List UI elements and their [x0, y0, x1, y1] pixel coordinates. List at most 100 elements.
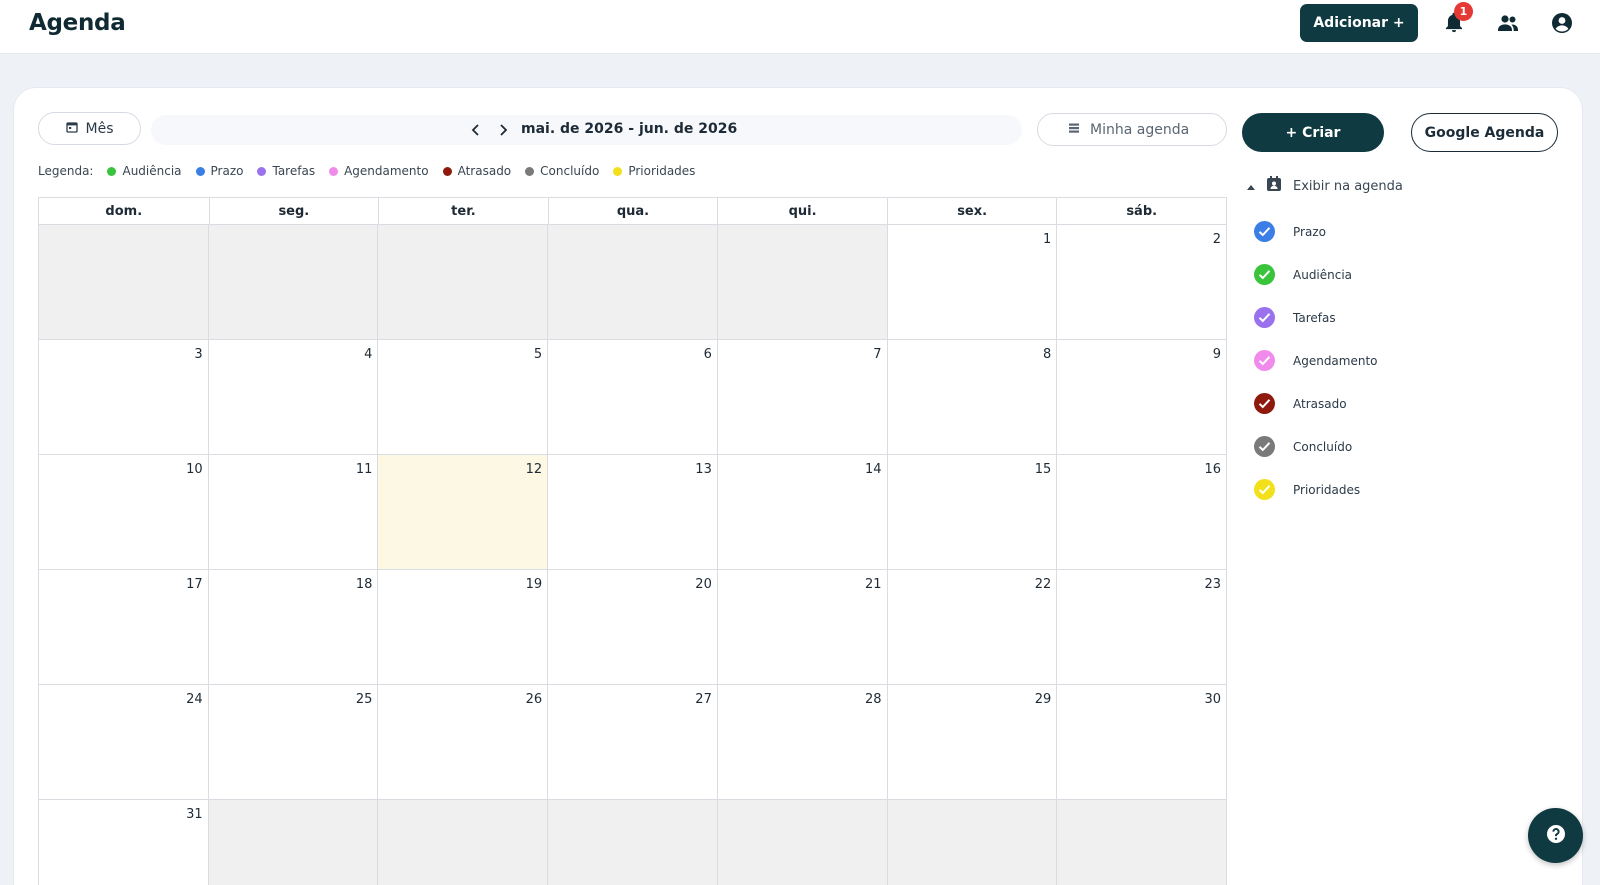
google-agenda-button[interactable]: Google Agenda — [1411, 113, 1558, 152]
day-cell[interactable]: 20 — [548, 570, 718, 685]
checkmark-icon[interactable] — [1254, 264, 1275, 285]
legend-item-label: Audiência — [122, 164, 182, 178]
weekday-label: sáb. — [1056, 198, 1226, 224]
day-cell[interactable]: 22 — [887, 570, 1058, 685]
day-number[interactable]: 27 — [695, 692, 712, 707]
day-cell[interactable]: 23 — [1057, 570, 1227, 685]
day-cell[interactable]: 28 — [717, 685, 888, 800]
day-number[interactable]: 3 — [194, 347, 202, 362]
filter-item[interactable]: Atrasado — [1254, 382, 1378, 425]
day-number[interactable]: 21 — [865, 577, 882, 592]
day-cell[interactable]: 16 — [1057, 455, 1227, 570]
create-button[interactable]: + Criar — [1242, 113, 1384, 152]
day-cell[interactable]: 9 — [1057, 340, 1227, 455]
day-cell[interactable]: 21 — [717, 570, 888, 685]
weekday-label: dom. — [105, 203, 143, 219]
checkmark-icon[interactable] — [1254, 436, 1275, 457]
filter-label: Audiência — [1293, 267, 1353, 282]
add-button[interactable]: Adicionar + — [1300, 4, 1418, 42]
filter-item[interactable]: Concluído — [1254, 425, 1378, 468]
filter-label: Prazo — [1293, 224, 1326, 239]
day-number[interactable]: 6 — [704, 347, 712, 362]
day-number[interactable]: 19 — [526, 577, 543, 592]
day-cell[interactable]: 12 — [378, 455, 549, 570]
day-cell[interactable]: 24 — [39, 685, 209, 800]
people-icon[interactable] — [1494, 9, 1522, 37]
filter-item[interactable]: Audiência — [1254, 253, 1378, 296]
checkmark-icon[interactable] — [1254, 307, 1275, 328]
day-number[interactable]: 23 — [1204, 577, 1221, 592]
day-number[interactable]: 13 — [695, 462, 712, 477]
day-cell[interactable]: 2 — [1057, 225, 1227, 340]
day-number[interactable]: 12 — [526, 462, 543, 477]
checkmark-icon[interactable] — [1254, 479, 1275, 500]
day-cell[interactable]: 14 — [717, 455, 888, 570]
day-number[interactable]: 28 — [865, 692, 882, 707]
day-number[interactable]: 29 — [1035, 692, 1052, 707]
day-cell-outside — [208, 800, 379, 885]
day-cell[interactable]: 29 — [887, 685, 1058, 800]
day-cell[interactable]: 7 — [717, 340, 888, 455]
legend-item-label: Prioridades — [628, 164, 696, 178]
day-cell[interactable]: 19 — [378, 570, 549, 685]
day-cell[interactable]: 13 — [548, 455, 718, 570]
day-number[interactable]: 16 — [1204, 462, 1221, 477]
day-number[interactable]: 17 — [186, 577, 203, 592]
day-cell[interactable]: 5 — [378, 340, 549, 455]
filter-item[interactable]: Tarefas — [1254, 296, 1378, 339]
day-cell[interactable]: 6 — [548, 340, 718, 455]
day-cell[interactable]: 10 — [39, 455, 209, 570]
day-cell[interactable]: 17 — [39, 570, 209, 685]
day-number[interactable]: 24 — [186, 692, 203, 707]
day-cell-outside — [208, 225, 379, 340]
day-cell[interactable]: 18 — [208, 570, 379, 685]
notification-badge: 1 — [1454, 2, 1473, 21]
legend-dot-icon — [195, 166, 205, 176]
day-cell[interactable]: 26 — [378, 685, 549, 800]
day-number[interactable]: 5 — [534, 347, 542, 362]
day-cell[interactable]: 25 — [208, 685, 379, 800]
checkmark-icon[interactable] — [1254, 350, 1275, 371]
day-number[interactable]: 22 — [1035, 577, 1052, 592]
chevron-right-icon[interactable] — [494, 119, 512, 141]
day-cell[interactable]: 30 — [1057, 685, 1227, 800]
help-button[interactable] — [1528, 808, 1583, 863]
day-number[interactable]: 30 — [1204, 692, 1221, 707]
day-number[interactable]: 4 — [364, 347, 372, 362]
day-number[interactable]: 31 — [186, 807, 203, 822]
my-agenda-select[interactable]: Minha agenda — [1037, 113, 1227, 146]
legend-label: Legenda: — [38, 164, 94, 178]
day-number[interactable]: 9 — [1213, 347, 1221, 362]
day-number[interactable]: 8 — [1043, 347, 1051, 362]
day-cell[interactable]: 4 — [208, 340, 379, 455]
day-number[interactable]: 18 — [356, 577, 373, 592]
day-number[interactable]: 11 — [356, 462, 373, 477]
day-number[interactable]: 14 — [865, 462, 882, 477]
day-number[interactable]: 26 — [526, 692, 543, 707]
filter-item[interactable]: Agendamento — [1254, 339, 1378, 382]
weekday-header: dom. seg. ter. qua. qui. sex. sáb. — [38, 197, 1227, 224]
day-number[interactable]: 7 — [873, 347, 881, 362]
view-month-button[interactable]: Mês — [38, 112, 141, 145]
filter-item[interactable]: Prioridades — [1254, 468, 1378, 511]
checkmark-icon[interactable] — [1254, 221, 1275, 242]
account-icon[interactable] — [1548, 9, 1576, 37]
day-cell[interactable]: 11 — [208, 455, 379, 570]
chevron-left-icon[interactable] — [467, 119, 485, 141]
day-number[interactable]: 25 — [356, 692, 373, 707]
day-cell[interactable]: 8 — [887, 340, 1058, 455]
date-range-label: mai. de 2026 - jun. de 2026 — [521, 121, 738, 137]
show-in-agenda-header[interactable]: Exibir na agenda — [1247, 175, 1403, 197]
day-cell[interactable]: 1 — [887, 225, 1058, 340]
day-number[interactable]: 15 — [1035, 462, 1052, 477]
day-number[interactable]: 1 — [1043, 232, 1051, 247]
day-number[interactable]: 20 — [695, 577, 712, 592]
day-cell[interactable]: 31 — [39, 800, 209, 885]
day-cell[interactable]: 15 — [887, 455, 1058, 570]
day-number[interactable]: 10 — [186, 462, 203, 477]
day-number[interactable]: 2 — [1213, 232, 1221, 247]
checkmark-icon[interactable] — [1254, 393, 1275, 414]
day-cell[interactable]: 3 — [39, 340, 209, 455]
filter-item[interactable]: Prazo — [1254, 210, 1378, 253]
day-cell[interactable]: 27 — [548, 685, 718, 800]
